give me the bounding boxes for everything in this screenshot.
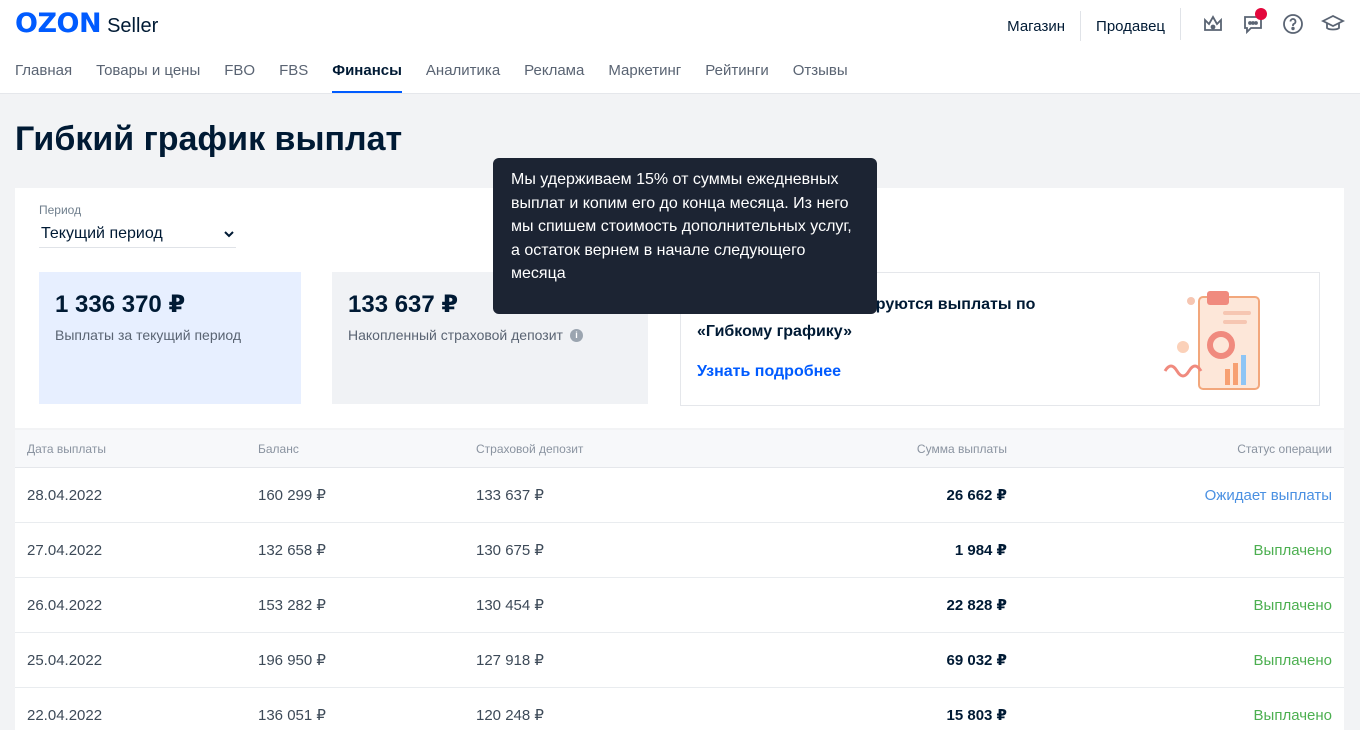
info-icon[interactable]: i bbox=[569, 328, 583, 342]
row-status: Выплачено bbox=[1253, 651, 1332, 669]
header-deposit[interactable]: Страховой депозит bbox=[476, 442, 583, 456]
row-deposit: 130 675 ₽ bbox=[476, 542, 544, 559]
nav-finance[interactable]: Финансы bbox=[332, 62, 402, 93]
nav-ads[interactable]: Реклама bbox=[524, 62, 584, 93]
row-balance: 160 299 ₽ bbox=[258, 487, 326, 504]
row-deposit: 120 248 ₽ bbox=[476, 707, 544, 724]
deposit-label: Накопленный страховой депозит i bbox=[348, 327, 632, 343]
row-sum: 26 662 ₽ bbox=[946, 487, 1007, 504]
row-deposit: 133 637 ₽ bbox=[476, 487, 544, 504]
header-date[interactable]: Дата выплаты bbox=[27, 442, 106, 456]
payouts-label: Выплаты за текущий период bbox=[55, 327, 242, 343]
nav-analytics[interactable]: Аналитика bbox=[426, 62, 500, 93]
payouts-stat-card: 1 336 370 ₽ Выплаты за текущий период bbox=[39, 272, 301, 404]
payouts-table: Дата выплаты Баланс Страховой депозит Су… bbox=[15, 430, 1344, 730]
ozon-seller-logo[interactable]: OZON Seller bbox=[15, 8, 158, 39]
learn-more-link[interactable]: Узнать подробнее bbox=[697, 363, 841, 381]
chevron-down-icon bbox=[224, 230, 234, 237]
row-status: Выплачено bbox=[1253, 541, 1332, 559]
store-link[interactable]: Магазин bbox=[992, 18, 1080, 35]
header-status[interactable]: Статус операции bbox=[1237, 442, 1332, 456]
nav-main[interactable]: Главная bbox=[15, 62, 72, 93]
finance-illustration-icon bbox=[1163, 291, 1260, 390]
payouts-value: 1 336 370 ₽ bbox=[55, 291, 186, 318]
header-sum[interactable]: Сумма выплаты bbox=[917, 442, 1007, 456]
row-balance: 136 051 ₽ bbox=[258, 707, 326, 724]
nav-ratings[interactable]: Рейтинги bbox=[705, 62, 768, 93]
row-deposit: 130 454 ₽ bbox=[476, 597, 544, 614]
period-label: Период bbox=[39, 203, 82, 217]
table-row[interactable]: 22.04.2022 136 051 ₽ 120 248 ₽ 15 803 ₽ … bbox=[15, 688, 1344, 730]
header-icons bbox=[1197, 8, 1349, 38]
logo-brand: OZON bbox=[15, 8, 102, 39]
help-icon[interactable] bbox=[1277, 10, 1309, 38]
nav-fbo[interactable]: FBO bbox=[224, 62, 255, 93]
notification-dot bbox=[1255, 8, 1267, 20]
page-title: Гибкий график выплат bbox=[15, 120, 403, 158]
nav-reviews[interactable]: Отзывы bbox=[793, 62, 848, 93]
logo-product: Seller bbox=[107, 15, 159, 37]
crown-icon[interactable] bbox=[1197, 10, 1229, 38]
row-sum: 15 803 ₽ bbox=[946, 707, 1007, 724]
row-balance: 153 282 ₽ bbox=[258, 597, 326, 614]
table-row[interactable]: 25.04.2022 196 950 ₽ 127 918 ₽ 69 032 ₽ … bbox=[15, 633, 1344, 688]
nav-fbs[interactable]: FBS bbox=[279, 62, 308, 93]
row-status: Выплачено bbox=[1253, 706, 1332, 724]
graduation-cap-icon[interactable] bbox=[1317, 10, 1349, 38]
table-row[interactable]: 26.04.2022 153 282 ₽ 130 454 ₽ 22 828 ₽ … bbox=[15, 578, 1344, 633]
chat-icon[interactable] bbox=[1237, 8, 1269, 38]
table-row[interactable]: 28.04.2022 160 299 ₽ 133 637 ₽ 26 662 ₽ … bbox=[15, 468, 1344, 523]
main-nav: Главная Товары и цены FBO FBS Финансы Ан… bbox=[15, 62, 872, 93]
row-sum: 22 828 ₽ bbox=[946, 597, 1007, 614]
divider bbox=[1180, 8, 1181, 40]
row-balance: 132 658 ₽ bbox=[258, 542, 326, 559]
nav-products[interactable]: Товары и цены bbox=[96, 62, 200, 93]
row-balance: 196 950 ₽ bbox=[258, 652, 326, 669]
row-status[interactable]: Ожидает выплаты bbox=[1205, 487, 1332, 504]
deposit-tooltip: Мы удерживаем 15% от суммы ежедневных вы… bbox=[493, 158, 877, 314]
row-date: 27.04.2022 bbox=[27, 541, 103, 559]
top-bar: OZON Seller Магазин Продавец Главная Тов… bbox=[0, 0, 1360, 94]
nav-marketing[interactable]: Маркетинг bbox=[608, 62, 681, 93]
row-deposit: 127 918 ₽ bbox=[476, 652, 544, 669]
row-status: Выплачено bbox=[1253, 596, 1332, 614]
row-date: 28.04.2022 bbox=[27, 486, 103, 504]
period-value: Текущий период bbox=[41, 224, 163, 242]
table-row[interactable]: 27.04.2022 132 658 ₽ 130 675 ₽ 1 984 ₽ В… bbox=[15, 523, 1344, 578]
seller-link[interactable]: Продавец bbox=[1081, 18, 1180, 35]
period-select[interactable]: Текущий период bbox=[39, 220, 236, 248]
row-sum: 1 984 ₽ bbox=[954, 542, 1007, 559]
row-date: 22.04.2022 bbox=[27, 706, 103, 724]
row-date: 26.04.2022 bbox=[27, 596, 103, 614]
row-date: 25.04.2022 bbox=[27, 651, 103, 669]
row-sum: 69 032 ₽ bbox=[946, 652, 1007, 669]
header-balance[interactable]: Баланс bbox=[258, 442, 299, 456]
table-header: Дата выплаты Баланс Страховой депозит Су… bbox=[15, 430, 1344, 468]
top-links: Магазин Продавец bbox=[992, 11, 1180, 41]
